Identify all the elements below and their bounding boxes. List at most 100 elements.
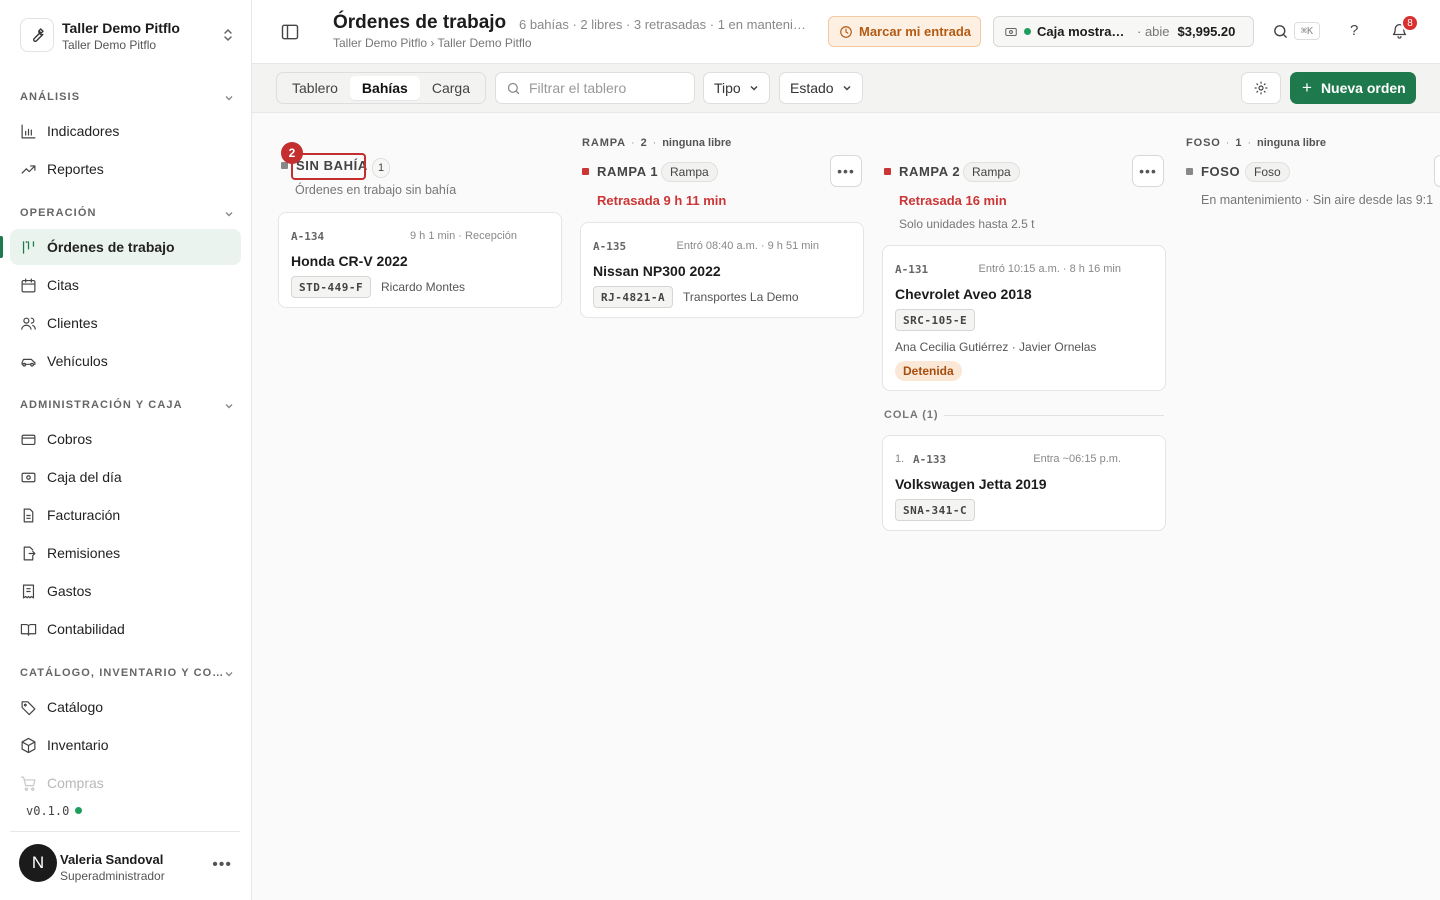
chevron-down-icon xyxy=(224,669,234,679)
tab-carga[interactable]: Carga xyxy=(420,76,482,100)
sidebar-item-indicadores[interactable]: Indicadores xyxy=(10,113,241,149)
license-plate: SRC-105-E xyxy=(895,309,976,331)
avatar: N xyxy=(19,844,57,882)
notification-badge: 8 xyxy=(1401,14,1419,32)
sidebar-item-contabilidad[interactable]: Contabilidad xyxy=(10,611,241,647)
tag-icon xyxy=(21,700,36,715)
sidebar-item-ordenes[interactable]: Órdenes de trabajo xyxy=(0,229,241,265)
order-id: A-135 xyxy=(593,240,627,253)
order-time: 9 h 1 min · Recepción xyxy=(410,230,517,242)
breadcrumb[interactable]: Taller Demo Pitflo › Taller Demo Pitflo xyxy=(333,36,532,50)
tab-bahias[interactable]: Bahías xyxy=(349,76,420,100)
cash-register-selector[interactable]: Caja mostrad… · abie $3,995.20 xyxy=(993,16,1254,47)
shortcut-hint: ⌘K xyxy=(1294,22,1320,40)
sidebar-item-label: Contabilidad xyxy=(47,621,125,637)
search-icon xyxy=(507,82,520,94)
chevron-updown-icon xyxy=(222,28,234,42)
trend-icon xyxy=(21,164,36,174)
vehicle-name: Volkswagen Jetta 2019 xyxy=(895,476,1047,492)
bay-status-marker xyxy=(1186,168,1193,175)
client-name: Ana Cecilia Gutiérrez · Javier Ornelas xyxy=(895,340,1097,354)
gear-icon xyxy=(1254,81,1268,95)
bar-chart-icon xyxy=(21,124,36,138)
chevron-down-icon xyxy=(224,93,234,103)
section-label: ADMINISTRACIÓN Y CAJA xyxy=(20,399,183,411)
bay-options-button[interactable]: ••• xyxy=(830,155,862,187)
type-dropdown[interactable]: Tipo xyxy=(703,72,770,104)
bay-options-button[interactable]: ••• xyxy=(1132,155,1164,187)
sidebar-item-citas[interactable]: Citas xyxy=(10,267,241,303)
version-text: v0.1.0 xyxy=(26,804,70,818)
queued-order-card[interactable]: 1. A-133 Entra ~06:15 p.m. Volkswagen Je… xyxy=(882,435,1166,531)
group-availability: ninguna libre xyxy=(662,137,732,149)
filter-field[interactable] xyxy=(495,72,695,104)
sidebar-item-label: Vehículos xyxy=(47,353,108,369)
section-administracion[interactable]: ADMINISTRACIÓN Y CAJA xyxy=(20,399,234,415)
order-time: Entró 10:15 a.m. · 8 h 16 min xyxy=(978,263,1121,275)
more-icon[interactable]: ••• xyxy=(212,856,232,874)
type-label: Tipo xyxy=(714,80,741,96)
sidebar-item-compras[interactable]: Compras xyxy=(10,765,241,801)
filter-input[interactable] xyxy=(529,80,689,96)
board-settings-button[interactable] xyxy=(1241,72,1281,104)
sidebar-item-catalogo[interactable]: Catálogo xyxy=(10,689,241,725)
new-order-button[interactable]: + Nueva orden xyxy=(1290,72,1416,104)
users-icon xyxy=(21,317,36,330)
sidebar-item-facturacion[interactable]: Facturación xyxy=(10,497,241,533)
count-badge: 1 xyxy=(372,158,390,178)
vehicle-name: Nissan NP300 2022 xyxy=(593,263,721,279)
sidebar-item-inventario[interactable]: Inventario xyxy=(10,727,241,763)
sidebar-item-vehiculos[interactable]: Vehículos xyxy=(10,343,241,379)
workspace-switcher[interactable]: Taller Demo Pitflo Taller Demo Pitflo xyxy=(20,18,242,54)
plus-icon: + xyxy=(1302,78,1312,97)
status-dropdown[interactable]: Estado xyxy=(779,72,863,104)
bay-name: RAMPA 1 xyxy=(597,164,659,179)
version-indicator: v0.1.0 xyxy=(26,804,83,818)
calendar-icon xyxy=(21,278,36,292)
sidebar-item-gastos[interactable]: Gastos xyxy=(10,573,241,609)
sidebar-item-label: Citas xyxy=(47,277,79,293)
tab-tablero[interactable]: Tablero xyxy=(280,76,350,100)
sidebar-item-label: Gastos xyxy=(47,583,92,599)
sidebar: Taller Demo Pitflo Taller Demo Pitflo AN… xyxy=(0,0,252,900)
bay-type-chip: Rampa xyxy=(661,162,718,182)
kanban-icon xyxy=(22,240,35,254)
register-amount: $3,995.20 xyxy=(1177,24,1236,39)
sidebar-item-label: Compras xyxy=(47,775,104,791)
sidebar-item-label: Órdenes de trabajo xyxy=(47,239,175,255)
sidebar-toggle-icon[interactable] xyxy=(280,22,300,42)
workspace-subtitle: Taller Demo Pitflo xyxy=(62,38,157,52)
vehicle-name: Honda CR-V 2022 xyxy=(291,253,408,269)
check-in-label: Marcar mi entrada xyxy=(859,24,971,39)
order-card[interactable]: A-134 9 h 1 min · Recepción Honda CR-V 2… xyxy=(278,212,562,308)
sidebar-item-reportes[interactable]: Reportes xyxy=(10,151,241,187)
help-icon[interactable]: ? xyxy=(1350,22,1358,39)
bay-title: RAMPA 1 xyxy=(582,164,658,179)
sidebar-item-remisiones[interactable]: Remisiones xyxy=(10,535,241,571)
box-icon xyxy=(21,737,36,753)
order-card[interactable]: A-135 Entró 08:40 a.m. · 9 h 51 min Niss… xyxy=(580,222,864,318)
search-icon[interactable] xyxy=(1272,23,1289,40)
check-in-button[interactable]: Marcar mi entrada xyxy=(828,16,981,47)
bay-delay-status: Retrasada 16 min xyxy=(899,193,1007,208)
section-analisis[interactable]: ANÁLISIS xyxy=(20,91,234,107)
group-header-foso: FOSO · 1 · ninguna libre xyxy=(1186,137,1327,149)
sidebar-item-caja[interactable]: Caja del día xyxy=(10,459,241,495)
sidebar-item-label: Facturación xyxy=(47,507,121,523)
bay-options-button[interactable] xyxy=(1434,155,1440,187)
order-card[interactable]: A-131 Entró 10:15 a.m. · 8 h 16 min Chev… xyxy=(882,245,1166,391)
order-id: A-131 xyxy=(895,263,929,276)
view-tabs: Tablero Bahías Carga xyxy=(276,72,486,104)
receipt-icon xyxy=(22,584,35,598)
sidebar-item-label: Indicadores xyxy=(47,123,120,139)
group-count: 2 xyxy=(640,137,648,149)
group-name: FOSO xyxy=(1186,137,1221,149)
sidebar-item-cobros[interactable]: Cobros xyxy=(10,421,241,457)
user-name: Valeria Sandoval xyxy=(60,852,164,867)
user-menu[interactable]: N Valeria Sandoval Superadministrador ••… xyxy=(10,831,240,900)
board-toolbar: Tablero Bahías Carga Tipo Estado + Nueva… xyxy=(252,64,1440,113)
section-operacion[interactable]: OPERACIÓN xyxy=(20,207,234,223)
card-icon xyxy=(21,434,36,445)
sidebar-item-clientes[interactable]: Clientes xyxy=(10,305,241,341)
section-catalogo[interactable]: CATÁLOGO, INVENTARIO Y CO… xyxy=(20,667,234,683)
